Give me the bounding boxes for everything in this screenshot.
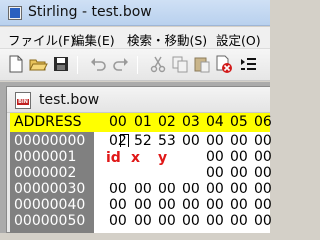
- address-cell: 00000050: [14, 213, 86, 229]
- address-cell: 0000002: [14, 165, 77, 181]
- save-icon[interactable]: [51, 54, 71, 74]
- toolbar-separator: [137, 56, 138, 74]
- column-header: 04: [206, 114, 224, 130]
- paste-icon[interactable]: [192, 54, 212, 74]
- address-cell: 00000040: [14, 197, 86, 213]
- hex-cell[interactable]: 00: [182, 213, 200, 229]
- column-header: 02: [158, 114, 176, 130]
- hex-cell[interactable]: 00: [230, 165, 248, 181]
- annotation-y: y: [158, 150, 168, 166]
- address-cell: 00000030: [14, 181, 86, 197]
- hex-cell[interactable]: 00: [134, 197, 152, 213]
- hex-cell[interactable]: 00: [254, 181, 272, 197]
- annotation-x: x: [131, 150, 141, 166]
- delete-icon[interactable]: [214, 54, 234, 74]
- new-file-icon[interactable]: [6, 54, 26, 74]
- hex-cell[interactable]: 00: [230, 133, 248, 149]
- hex-cell[interactable]: 00: [109, 181, 127, 197]
- copy-icon[interactable]: [170, 54, 190, 74]
- toolbar: [0, 49, 270, 81]
- menu-bar: ファイル(F) 編集(E) 検索・移動(S) 設定(O): [0, 27, 270, 49]
- insert-icon[interactable]: [238, 54, 258, 74]
- hex-cell[interactable]: 00: [206, 181, 224, 197]
- column-header: 06: [254, 114, 272, 130]
- hex-cell[interactable]: 00: [206, 133, 224, 149]
- hex-cell[interactable]: 00: [206, 213, 224, 229]
- hex-cell[interactable]: 00: [254, 213, 272, 229]
- hex-cell[interactable]: 00: [254, 133, 272, 149]
- menu-edit[interactable]: 編集(E): [72, 30, 115, 49]
- cut-icon[interactable]: [148, 54, 168, 74]
- address-cell: 00000000: [14, 133, 86, 149]
- annotation-id: id: [106, 150, 121, 166]
- hex-cell[interactable]: 00: [134, 181, 152, 197]
- toolbar-separator: [77, 56, 78, 74]
- hex-cell[interactable]: 00: [254, 197, 272, 213]
- hex-cell[interactable]: 00: [254, 149, 272, 165]
- column-header: 03: [182, 114, 200, 130]
- menu-settings[interactable]: 設定(O): [216, 30, 261, 49]
- open-folder-icon[interactable]: [28, 54, 48, 74]
- address-header: ADDRESS: [14, 114, 82, 130]
- hex-cell[interactable]: 00: [158, 213, 176, 229]
- column-header: 01: [134, 114, 152, 130]
- grid-header: ADDRESS 00 01 02 03 04 05 06: [10, 113, 272, 132]
- redo-icon[interactable]: [111, 54, 131, 74]
- hex-cell[interactable]: 00: [230, 213, 248, 229]
- hex-cell[interactable]: 00: [230, 181, 248, 197]
- hex-cell[interactable]: 00: [182, 181, 200, 197]
- bin-file-icon: BIN: [15, 92, 31, 109]
- column-header: 05: [230, 114, 248, 130]
- stirling-app-icon: [8, 6, 22, 20]
- hex-cell[interactable]: 00: [182, 197, 200, 213]
- hex-cell[interactable]: 00: [230, 149, 248, 165]
- hex-cell[interactable]: 00: [158, 197, 176, 213]
- hex-cell[interactable]: 00: [206, 197, 224, 213]
- hex-cell[interactable]: 00: [206, 165, 224, 181]
- hex-cell[interactable]: 00: [109, 213, 127, 229]
- hex-cell[interactable]: 00: [230, 197, 248, 213]
- bin-file-icon-label: BIN: [18, 99, 28, 105]
- hex-cell[interactable]: 00: [254, 165, 272, 181]
- hex-cell[interactable]: 00: [158, 181, 176, 197]
- window-title: Stirling - test.bow: [28, 4, 152, 20]
- column-header: 00: [109, 114, 127, 130]
- undo-icon[interactable]: [88, 54, 108, 74]
- menu-search-move[interactable]: 検索・移動(S): [127, 30, 207, 49]
- menu-file[interactable]: ファイル(F): [8, 30, 75, 49]
- hex-cell[interactable]: 00: [109, 197, 127, 213]
- title-bar: Stirling - test.bow: [0, 0, 270, 26]
- document-title: test.bow: [39, 92, 100, 108]
- hex-cell[interactable]: 00: [134, 213, 152, 229]
- address-cell: 0000001: [14, 149, 77, 165]
- document-title-bar[interactable]: BIN test.bow: [7, 87, 270, 113]
- hex-cell[interactable]: 00: [206, 149, 224, 165]
